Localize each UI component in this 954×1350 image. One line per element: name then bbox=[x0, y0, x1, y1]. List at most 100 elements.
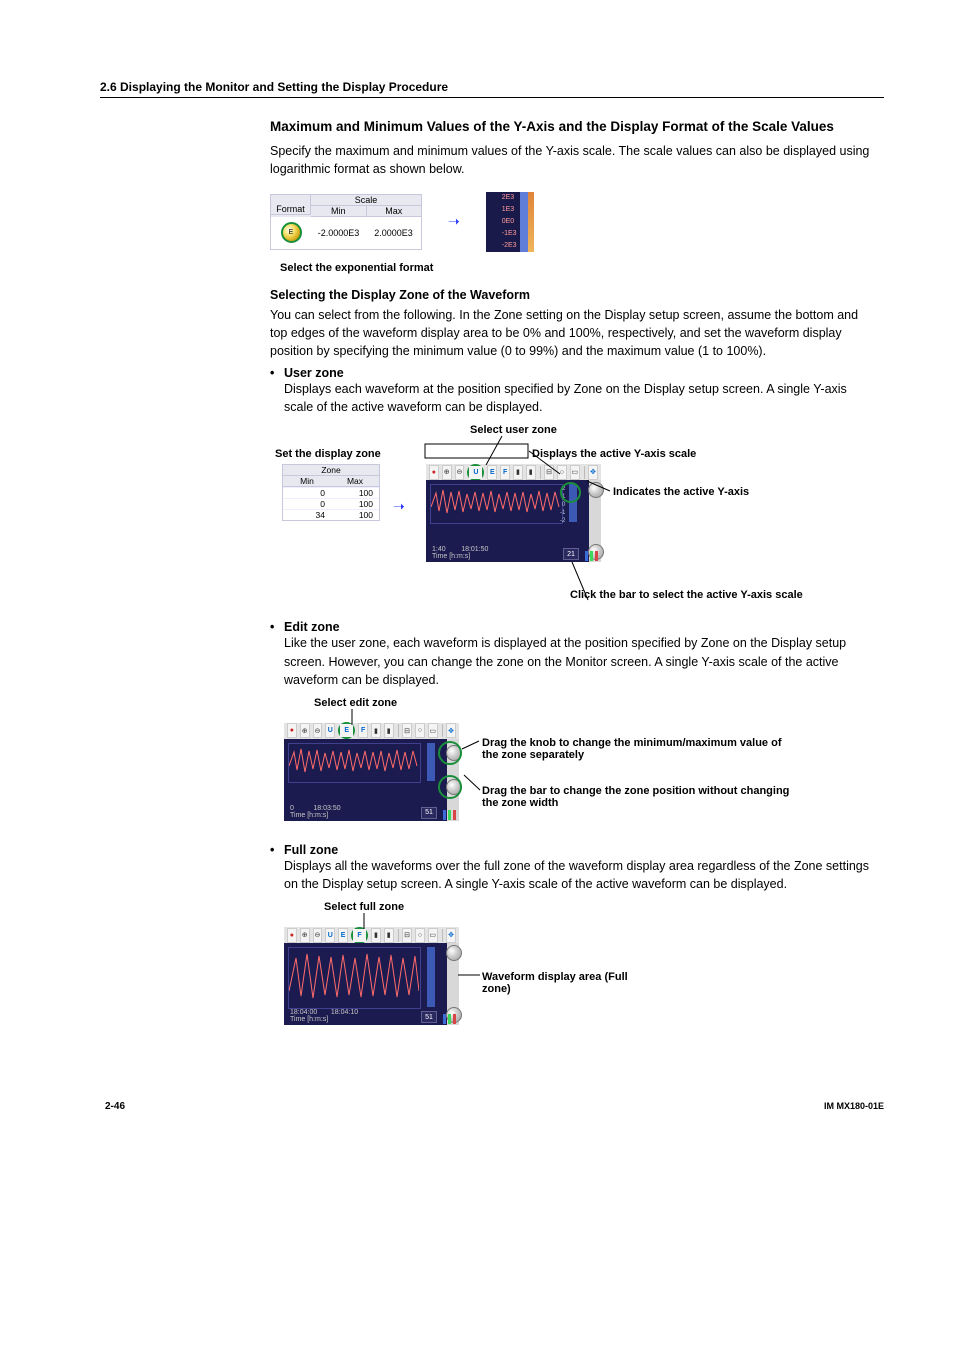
table-row[interactable]: 0100 bbox=[283, 498, 379, 509]
zoom-out-icon[interactable]: ⊖ bbox=[313, 723, 323, 738]
edit-zone-icon[interactable]: E bbox=[487, 465, 497, 480]
caption-knob: Drag the knob to change the minimum/maxi… bbox=[482, 737, 782, 761]
rect-icon[interactable]: ▭ bbox=[428, 723, 438, 738]
caption-active-scale: Displays the active Y-axis scale bbox=[532, 448, 696, 460]
zone-slider[interactable] bbox=[589, 480, 601, 562]
time-axis: 1:40 18:01:50Time [h:m:s] bbox=[432, 546, 488, 560]
zone-slider[interactable] bbox=[447, 943, 459, 1025]
waveform-area[interactable] bbox=[288, 947, 421, 1009]
user-zone-icon[interactable]: U bbox=[325, 723, 335, 738]
waveform-area[interactable] bbox=[288, 743, 421, 783]
badge-count: 51 bbox=[421, 807, 437, 819]
channel-bars[interactable] bbox=[443, 1014, 456, 1024]
line-icon[interactable]: ○ bbox=[557, 465, 567, 480]
log-scale-preview: 2E3 1E3 0E0 -1E3 -2E3 bbox=[486, 192, 528, 252]
bullet-edit-zone: Edit zone bbox=[284, 620, 340, 634]
caption-click-bar: Click the bar to select the active Y-axi… bbox=[570, 589, 803, 601]
record-icon[interactable]: ● bbox=[429, 465, 439, 480]
caption-bar: Drag the bar to change the zone position… bbox=[482, 785, 792, 809]
y-axis-strip[interactable] bbox=[427, 743, 435, 781]
bullet-full-zone: Full zone bbox=[284, 843, 338, 857]
separator bbox=[442, 929, 443, 942]
edit-zone-icon[interactable]: E bbox=[338, 928, 348, 943]
table-row[interactable]: 34100 bbox=[283, 509, 379, 520]
caption-set-zone: Set the display zone bbox=[275, 448, 381, 460]
chart-toolbar: ● ⊕ ⊖ U E F ▮ ▮ ⊟ ○ ▭ ✥ bbox=[284, 927, 459, 943]
active-axis-circle bbox=[560, 482, 581, 503]
badge-count: 51 bbox=[421, 1011, 437, 1023]
mode-icon[interactable]: ▮ bbox=[513, 465, 523, 480]
mode-icon[interactable]: ▮ bbox=[526, 465, 536, 480]
move-icon[interactable]: ✥ bbox=[588, 465, 598, 480]
mode-icon[interactable]: ▮ bbox=[371, 723, 381, 738]
move-icon[interactable]: ✥ bbox=[446, 928, 456, 943]
max-value[interactable]: 2.0000E3 bbox=[366, 228, 421, 238]
mode-icon[interactable]: ▮ bbox=[384, 723, 394, 738]
bullet-icon: • bbox=[270, 366, 284, 380]
zone-table[interactable]: Zone Min Max 0100 0100 34100 bbox=[282, 464, 380, 521]
table-row[interactable]: 0100 bbox=[283, 487, 379, 498]
bullet-icon: • bbox=[270, 620, 284, 634]
move-icon[interactable]: ✥ bbox=[446, 723, 456, 738]
chart-toolbar: ● ⊕ ⊖ U E F ▮ ▮ ⊟ ○ ▭ ✥ bbox=[426, 464, 601, 480]
bullet-user-zone: User zone bbox=[284, 366, 344, 380]
channel-bars[interactable] bbox=[443, 810, 456, 820]
heading-max-min: Maximum and Minimum Values of the Y-Axis… bbox=[270, 116, 870, 138]
record-icon[interactable]: ● bbox=[287, 928, 297, 943]
knob-top[interactable] bbox=[446, 945, 462, 961]
badge-count: 21 bbox=[563, 548, 579, 560]
line-icon[interactable]: ○ bbox=[415, 928, 425, 943]
zoom-in-icon[interactable]: ⊕ bbox=[300, 723, 310, 738]
full-zone-icon[interactable]: F bbox=[351, 927, 368, 944]
time-axis: 0 18:03:50Time [h:m:s] bbox=[290, 805, 341, 819]
zoom-in-icon[interactable]: ⊕ bbox=[442, 465, 452, 480]
caption-select-user: Select user zone bbox=[470, 424, 557, 436]
page-number: 2-46 bbox=[105, 1101, 125, 1112]
rect-icon[interactable]: ▭ bbox=[428, 928, 438, 943]
waveform-area[interactable] bbox=[430, 484, 563, 524]
full-zone-icon[interactable]: F bbox=[358, 723, 368, 738]
line-icon[interactable]: ○ bbox=[415, 723, 425, 738]
snap-icon[interactable]: ⊟ bbox=[402, 928, 412, 943]
zoom-out-icon[interactable]: ⊖ bbox=[455, 465, 465, 480]
caption-active-axis: Indicates the active Y-axis bbox=[613, 486, 749, 498]
col-min: Min bbox=[311, 206, 367, 217]
mode-icon[interactable]: ▮ bbox=[384, 928, 394, 943]
user-zone-icon[interactable]: U bbox=[467, 464, 484, 481]
rect-icon[interactable]: ▭ bbox=[570, 465, 580, 480]
user-zone-icon[interactable]: U bbox=[325, 928, 335, 943]
doc-id: IM MX180-01E bbox=[824, 1101, 884, 1112]
monitor-chart-user[interactable]: ● ⊕ ⊖ U E F ▮ ▮ ⊟ ○ ▭ ✥ bbox=[426, 464, 601, 562]
zoom-out-icon[interactable]: ⊖ bbox=[313, 928, 323, 943]
heading-display-zone: Selecting the Display Zone of the Wavefo… bbox=[270, 288, 870, 302]
record-icon[interactable]: ● bbox=[287, 723, 297, 738]
channel-bars[interactable] bbox=[585, 551, 598, 561]
snap-icon[interactable]: ⊟ bbox=[544, 465, 554, 480]
zoom-in-icon[interactable]: ⊕ bbox=[300, 928, 310, 943]
para-display-zone: You can select from the following. In th… bbox=[270, 306, 870, 360]
snap-icon[interactable]: ⊟ bbox=[402, 723, 412, 738]
section-header: 2.6 Displaying the Monitor and Setting t… bbox=[100, 80, 884, 98]
user-zone-desc: Displays each waveform at the position s… bbox=[284, 380, 870, 416]
zone-max-head: Max bbox=[331, 476, 379, 486]
y-axis-strip[interactable] bbox=[427, 947, 435, 1007]
time-axis: 18:04:00 18:04:10Time [h:m:s] bbox=[290, 1009, 358, 1023]
monitor-chart-edit[interactable]: ● ⊕ ⊖ U E F ▮ ▮ ⊟ ○ ▭ ✥ bbox=[284, 723, 459, 821]
min-value[interactable]: -2.0000E3 bbox=[311, 228, 366, 238]
zone-table-title: Zone bbox=[283, 465, 379, 476]
caption-select-full: Select full zone bbox=[324, 901, 404, 913]
chart-toolbar: ● ⊕ ⊖ U E F ▮ ▮ ⊟ ○ ▭ ✥ bbox=[284, 723, 459, 739]
separator bbox=[398, 929, 399, 942]
edit-zone-icon[interactable]: E bbox=[338, 722, 355, 739]
knob-top[interactable] bbox=[588, 482, 604, 498]
edit-zone-desc: Like the user zone, each waveform is dis… bbox=[284, 634, 870, 688]
separator bbox=[540, 466, 541, 479]
knob-circle-bottom bbox=[438, 775, 462, 799]
exponent-format-button[interactable]: E bbox=[281, 222, 302, 243]
full-zone-desc: Displays all the waveforms over the full… bbox=[284, 857, 870, 893]
knob-circle-top bbox=[438, 741, 462, 765]
mode-icon[interactable]: ▮ bbox=[371, 928, 381, 943]
full-zone-icon[interactable]: F bbox=[500, 465, 510, 480]
arrow-icon: ➝ bbox=[448, 213, 460, 230]
monitor-chart-full[interactable]: ● ⊕ ⊖ U E F ▮ ▮ ⊟ ○ ▭ ✥ bbox=[284, 927, 459, 1025]
